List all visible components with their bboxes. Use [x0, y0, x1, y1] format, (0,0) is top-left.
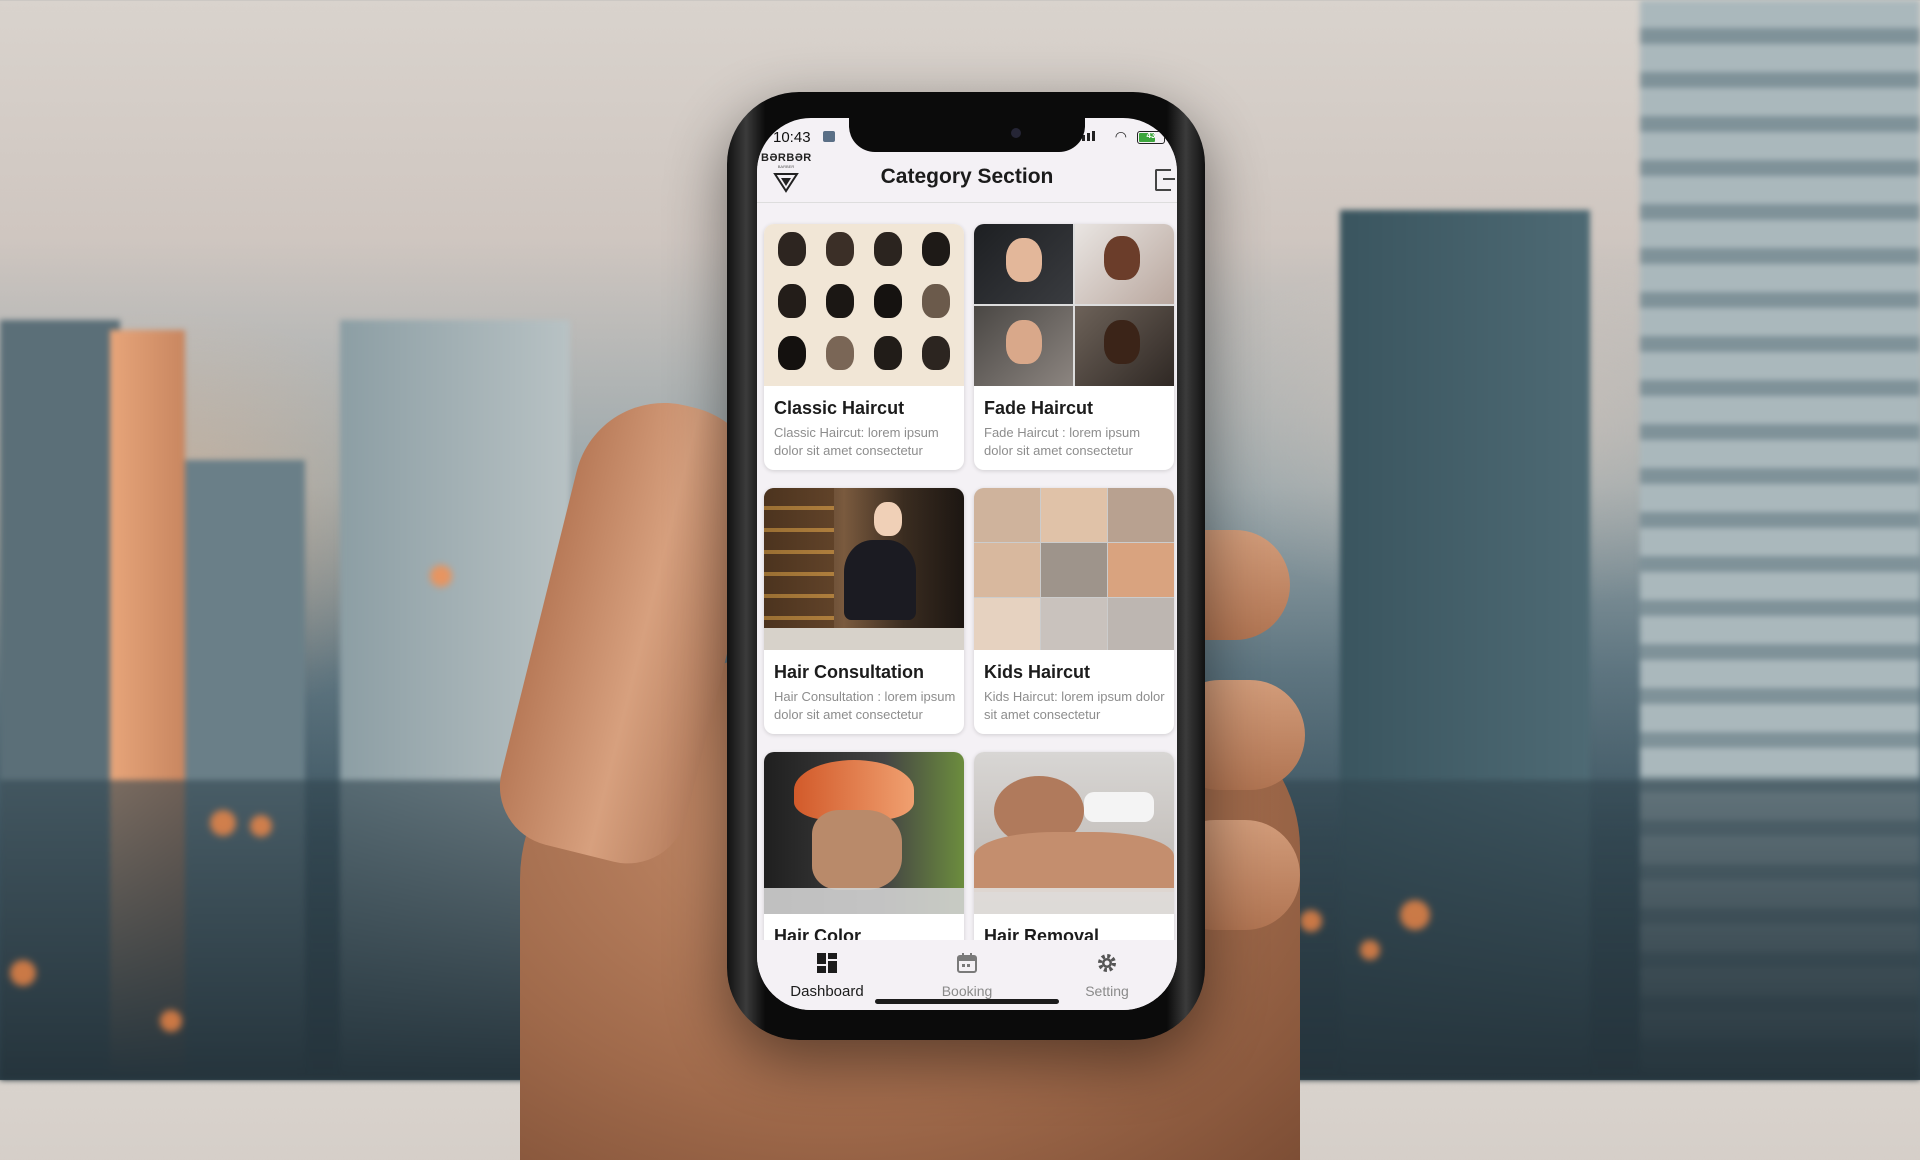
status-time: 10:43: [773, 129, 811, 146]
person-illustration: [974, 832, 1174, 892]
hairstyle-illustration: [778, 336, 806, 370]
category-description: Kids Haircut: lorem ipsum dolor sit amet…: [984, 689, 1165, 722]
category-title: Fade Haircut: [984, 398, 1094, 418]
photo-tile: [974, 598, 1040, 650]
category-title: Classic Haircut: [774, 398, 905, 418]
photo-tile: [1108, 543, 1174, 597]
hairstyle-illustration: [874, 336, 902, 370]
hair-removal-image: [974, 752, 1174, 914]
photo-tile: [974, 543, 1040, 597]
bokeh-light: [210, 810, 236, 836]
bokeh-light: [430, 565, 452, 587]
category-description: Hair Consultation : lorem ipsum dolor si…: [774, 689, 956, 722]
nav-dashboard[interactable]: Dashboard: [757, 952, 897, 1000]
person-illustration: [844, 540, 916, 620]
logo-text: BƏRBƏR: [761, 152, 812, 164]
photo-tile: [1041, 543, 1107, 597]
app-bar: BƏRBƏR BARBER Category Section: [757, 152, 1177, 203]
photo-tile: [1084, 792, 1154, 822]
calendar-icon: [957, 953, 977, 973]
category-card-hair-consultation[interactable]: Hair Consultation Hair Consultation : lo…: [764, 488, 964, 734]
hairstyle-illustration: [826, 284, 854, 318]
fade-haircut-image: [974, 224, 1174, 386]
hairstyle-illustration: [922, 284, 950, 318]
bokeh-light: [1300, 910, 1322, 932]
page-title: Category Section: [880, 165, 1054, 188]
photo-tile: [974, 888, 1174, 914]
category-card-fade-haircut[interactable]: Fade Haircut Fade Haircut : lorem ipsum …: [974, 224, 1174, 470]
home-indicator[interactable]: [875, 999, 1059, 1004]
hairstyle-illustration: [1104, 320, 1140, 364]
hairstyle-illustration: [874, 284, 902, 318]
category-description: Classic Haircut: lorem ipsum dolor sit a…: [774, 425, 939, 458]
category-title: Kids Haircut: [984, 662, 1091, 682]
hairstyle-illustration: [778, 284, 806, 318]
nav-booking[interactable]: Booking: [897, 952, 1037, 999]
bokeh-light: [250, 815, 272, 837]
category-card-classic-haircut[interactable]: Classic Haircut Classic Haircut: lorem i…: [764, 224, 964, 470]
bokeh-light: [160, 1010, 182, 1032]
gear-icon: [1098, 954, 1116, 972]
logout-icon[interactable]: [1155, 169, 1175, 191]
nav-setting[interactable]: Setting: [1037, 952, 1177, 999]
notch: [849, 118, 1085, 152]
hairstyle-illustration: [1104, 236, 1140, 280]
photo-tile: [1041, 488, 1107, 542]
person-illustration: [874, 502, 902, 536]
category-title: Hair Consultation: [774, 662, 925, 682]
photo-tile: [1108, 598, 1174, 650]
bokeh-light: [10, 960, 36, 986]
hairstyle-illustration: [826, 336, 854, 370]
phone-screen: 10:43 ◠ 43 BƏRBƏR BARBER Category Sectio…: [757, 118, 1177, 1010]
hairstyle-illustration: [922, 232, 950, 266]
wifi-icon: ◠: [1114, 128, 1127, 144]
nav-label: Dashboard: [790, 983, 864, 1000]
category-card-kids-haircut[interactable]: Kids Haircut Kids Haircut: lorem ipsum d…: [974, 488, 1174, 734]
photo-tile: [764, 888, 964, 914]
nav-label: Setting: [1085, 983, 1129, 999]
hairstyle-illustration: [874, 232, 902, 266]
photo-tile: [974, 488, 1040, 542]
bokeh-light: [1360, 940, 1380, 960]
dashboard-icon: [817, 953, 837, 973]
sync-icon: [823, 131, 835, 142]
camera: [1011, 128, 1021, 138]
photo-tile: [1108, 488, 1174, 542]
person-illustration: [812, 810, 902, 890]
hair-color-image: [764, 752, 964, 914]
hair-consultation-image: [764, 488, 964, 650]
hairstyle-illustration: [826, 232, 854, 266]
hairstyle-illustration: [778, 232, 806, 266]
photo-tile: [764, 628, 964, 650]
bokeh-light: [1400, 900, 1430, 930]
photo-tile: [1041, 598, 1107, 650]
hairstyle-illustration: [922, 336, 950, 370]
kids-haircut-image: [974, 488, 1174, 650]
classic-haircut-image: [764, 224, 964, 386]
category-description: Fade Haircut : lorem ipsum dolor sit ame…: [984, 425, 1141, 458]
nav-label: Booking: [941, 983, 993, 999]
battery-icon: 43: [1137, 131, 1165, 144]
bottom-navigation: Dashboard Booking Setting: [757, 940, 1177, 1010]
hairstyle-illustration: [1006, 238, 1042, 282]
hairstyle-illustration: [1006, 320, 1042, 364]
photo-tile: [764, 488, 834, 650]
